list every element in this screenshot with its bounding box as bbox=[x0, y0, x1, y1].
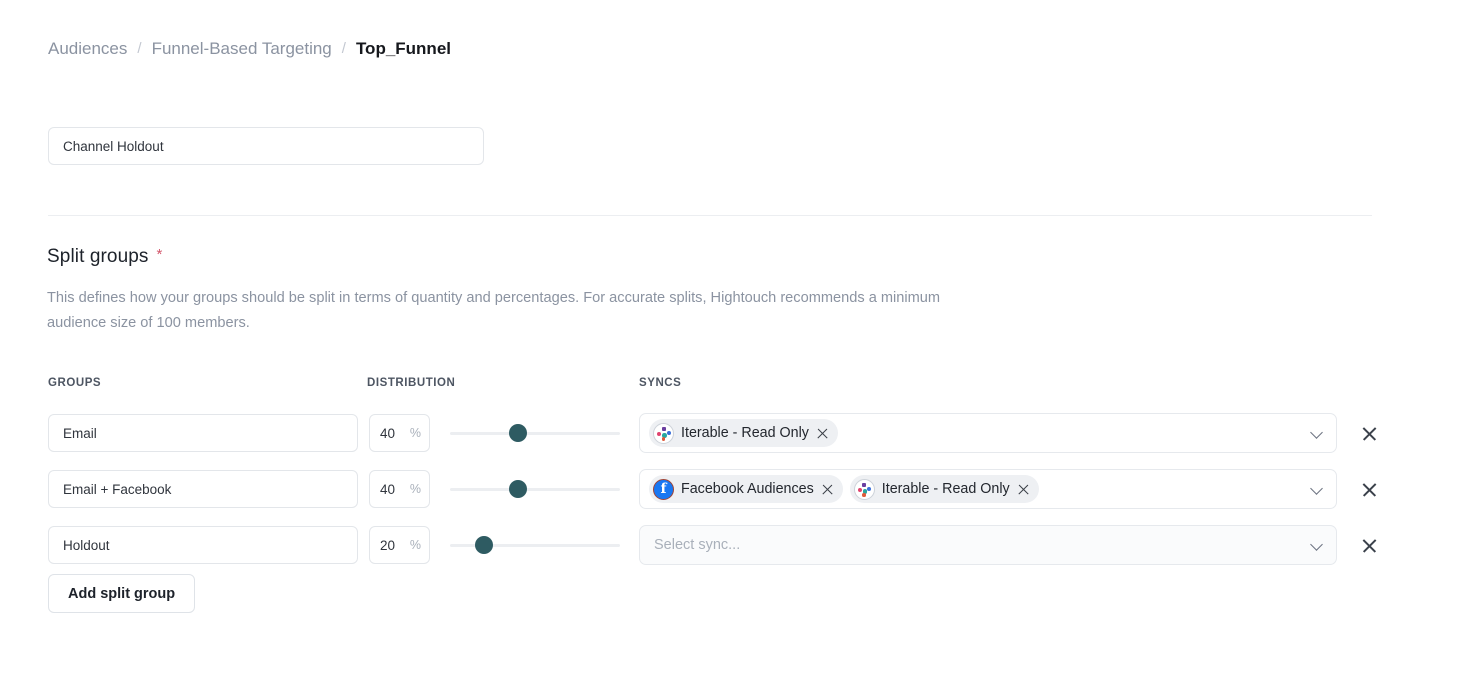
facebook-icon: f bbox=[653, 479, 674, 500]
column-header-distribution: DISTRIBUTION bbox=[367, 377, 455, 389]
split-name-input[interactable] bbox=[48, 127, 484, 165]
iterable-icon bbox=[854, 479, 875, 500]
sync-chip[interactable]: f Facebook Audiences bbox=[649, 475, 843, 503]
slider-thumb[interactable] bbox=[475, 536, 493, 554]
breadcrumb: Audiences / Funnel-Based Targeting / Top… bbox=[48, 36, 451, 62]
slider-track bbox=[450, 488, 620, 491]
percentage-value: 40 bbox=[380, 482, 410, 497]
page-title: Split groups * bbox=[47, 246, 162, 268]
iterable-icon bbox=[653, 423, 674, 444]
close-icon[interactable] bbox=[1017, 483, 1030, 496]
sync-chip-label: Iterable - Read Only bbox=[882, 481, 1010, 497]
breadcrumb-item-audiences[interactable]: Audiences bbox=[48, 36, 127, 62]
required-marker: * bbox=[157, 247, 163, 262]
percentage-value: 40 bbox=[380, 426, 410, 441]
chevron-down-icon[interactable] bbox=[1311, 540, 1322, 551]
group-name-input[interactable] bbox=[48, 526, 358, 564]
section-title-text: Split groups bbox=[47, 246, 149, 268]
column-header-groups: GROUPS bbox=[48, 377, 101, 389]
sync-select[interactable]: Select sync... bbox=[639, 525, 1337, 565]
percent-sign: % bbox=[410, 538, 421, 552]
column-header-syncs: SYNCS bbox=[639, 377, 681, 389]
sync-select-placeholder: Select sync... bbox=[649, 537, 740, 553]
breadcrumb-separator: / bbox=[342, 36, 346, 62]
slider-thumb[interactable] bbox=[509, 424, 527, 442]
breadcrumb-item-funnel-based-targeting[interactable]: Funnel-Based Targeting bbox=[152, 36, 332, 62]
close-icon[interactable] bbox=[816, 427, 829, 440]
percentage-input[interactable]: 20% bbox=[369, 526, 430, 564]
chevron-down-icon[interactable] bbox=[1311, 428, 1322, 439]
sync-chip-label: Iterable - Read Only bbox=[681, 425, 809, 441]
slider-thumb[interactable] bbox=[509, 480, 527, 498]
sync-select[interactable]: Iterable - Read Only bbox=[639, 413, 1337, 453]
distribution-slider[interactable] bbox=[450, 526, 620, 564]
table-row: 40% Iterable - Read Only bbox=[0, 405, 1460, 461]
remove-split-group-button[interactable] bbox=[1361, 481, 1378, 498]
breadcrumb-separator: / bbox=[137, 36, 141, 62]
group-name-input[interactable] bbox=[48, 414, 358, 452]
slider-track bbox=[450, 432, 620, 435]
percent-sign: % bbox=[410, 482, 421, 496]
section-description: This defines how your groups should be s… bbox=[47, 286, 977, 336]
percentage-input[interactable]: 40% bbox=[369, 470, 430, 508]
close-icon[interactable] bbox=[821, 483, 834, 496]
add-split-group-button[interactable]: Add split group bbox=[48, 574, 195, 613]
table-row: 40% f Facebook Audiences Iterable - Read On… bbox=[0, 461, 1460, 517]
distribution-slider[interactable] bbox=[450, 470, 620, 508]
percentage-value: 20 bbox=[380, 538, 410, 553]
split-group-rows: 40% Iterable - Read Only 40% f Facebook Audi… bbox=[0, 405, 1460, 573]
table-row: 20% Select sync... bbox=[0, 517, 1460, 573]
remove-split-group-button[interactable] bbox=[1361, 537, 1378, 554]
sync-chip[interactable]: Iterable - Read Only bbox=[649, 419, 838, 447]
percent-sign: % bbox=[410, 426, 421, 440]
chevron-down-icon[interactable] bbox=[1311, 484, 1322, 495]
sync-chip-label: Facebook Audiences bbox=[681, 481, 814, 497]
sync-select[interactable]: f Facebook Audiences Iterable - Read Only bbox=[639, 469, 1337, 509]
group-name-input[interactable] bbox=[48, 470, 358, 508]
sync-chip[interactable]: Iterable - Read Only bbox=[850, 475, 1039, 503]
section-divider bbox=[48, 215, 1372, 216]
distribution-slider[interactable] bbox=[450, 414, 620, 452]
breadcrumb-item-current: Top_Funnel bbox=[356, 36, 451, 62]
split-groups-page: Audiences / Funnel-Based Targeting / Top… bbox=[0, 0, 1460, 684]
remove-split-group-button[interactable] bbox=[1361, 425, 1378, 442]
percentage-input[interactable]: 40% bbox=[369, 414, 430, 452]
